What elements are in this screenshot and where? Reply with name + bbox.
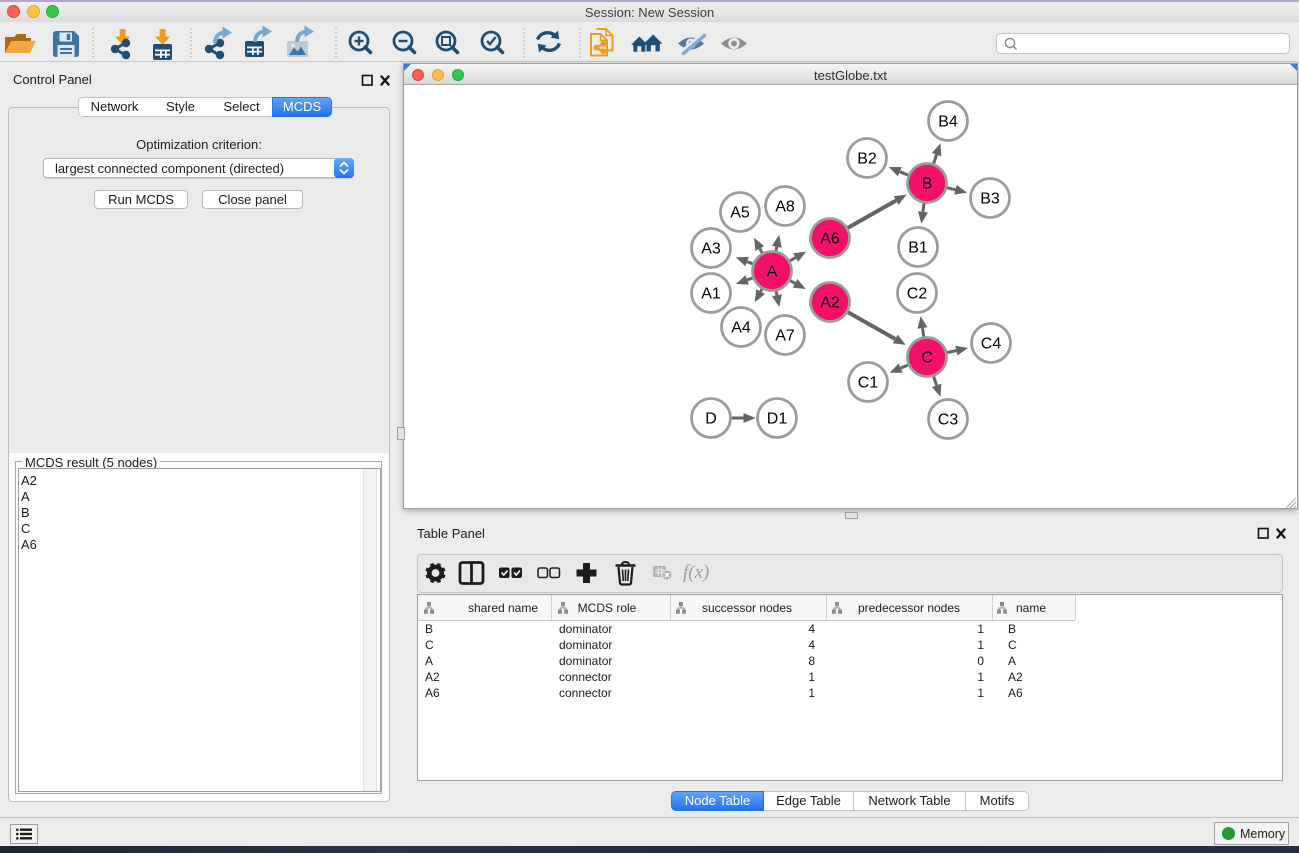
svg-text:B3: B3	[980, 191, 1000, 208]
svg-text:C2: C2	[907, 286, 928, 303]
svg-text:C3: C3	[938, 412, 959, 429]
svg-text:C1: C1	[858, 375, 879, 392]
svg-text:C: C	[921, 350, 933, 367]
svg-text:A4: A4	[731, 320, 751, 337]
svg-text:A2: A2	[820, 295, 840, 312]
svg-text:A8: A8	[775, 199, 795, 216]
svg-text:B: B	[922, 176, 933, 193]
svg-text:C4: C4	[981, 336, 1002, 353]
svg-text:A7: A7	[775, 328, 795, 345]
svg-text:B4: B4	[938, 114, 958, 131]
svg-text:A6: A6	[820, 231, 840, 248]
svg-text:A: A	[767, 264, 778, 281]
svg-text:B1: B1	[908, 240, 928, 257]
svg-text:B2: B2	[857, 151, 877, 168]
svg-text:D: D	[705, 411, 717, 428]
svg-text:A3: A3	[701, 241, 721, 258]
svg-text:A1: A1	[701, 286, 721, 303]
svg-text:D1: D1	[767, 411, 788, 428]
svg-text:A5: A5	[730, 205, 750, 222]
